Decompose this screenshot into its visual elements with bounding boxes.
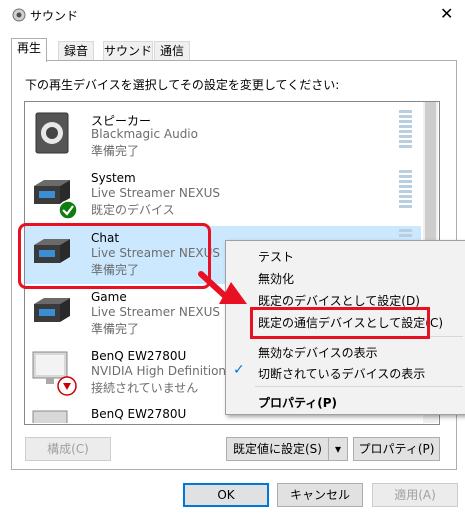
menu-item-properties[interactable]: プロパティ(P) bbox=[258, 394, 337, 411]
menu-item-disable[interactable]: 無効化 bbox=[258, 270, 294, 287]
ok-button[interactable]: OK bbox=[183, 483, 269, 507]
device-status: 既定のデバイス bbox=[91, 203, 175, 217]
device-driver: NVIDIA High Definition A bbox=[91, 364, 239, 378]
device-driver: Blackmagic Audio bbox=[91, 127, 198, 141]
device-status: 準備完了 bbox=[91, 144, 140, 158]
volume-level-meter bbox=[399, 110, 412, 150]
apply-button[interactable]: 適用(A) bbox=[372, 483, 458, 507]
device-status: 準備完了 bbox=[91, 322, 140, 336]
tab-sounds[interactable]: サウンド bbox=[103, 41, 153, 61]
tab-communications[interactable]: 通信 bbox=[154, 41, 190, 61]
tab-recording[interactable]: 録音 bbox=[58, 41, 94, 61]
menu-highlight-box bbox=[250, 307, 430, 339]
device-status: 接続されていません bbox=[91, 381, 199, 395]
device-name: System bbox=[91, 171, 136, 185]
menu-item-show-disabled[interactable]: 無効なデバイスの表示 bbox=[258, 344, 378, 361]
default-device-check-icon bbox=[58, 200, 78, 220]
list-item[interactable] bbox=[25, 167, 421, 225]
properties-button[interactable]: プロパティ(P) bbox=[353, 437, 440, 461]
audio-interface-icon bbox=[34, 298, 70, 322]
list-item[interactable] bbox=[25, 108, 421, 166]
speaker-device-icon bbox=[35, 112, 69, 154]
set-default-button[interactable]: 既定値に設定(S) bbox=[226, 437, 329, 461]
volume-level-meter bbox=[399, 170, 412, 210]
volume-level-meter bbox=[399, 229, 412, 239]
window-title: サウンド bbox=[30, 9, 79, 23]
monitor-icon bbox=[32, 410, 68, 423]
annotation-arrow-icon bbox=[198, 271, 247, 304]
tab-playback[interactable]: 再生 bbox=[11, 38, 47, 62]
device-driver: Live Streamer NEXUS bbox=[91, 186, 221, 200]
device-name: Game bbox=[91, 290, 127, 304]
chevron-down-icon[interactable]: ▾ bbox=[328, 437, 348, 461]
configure-button[interactable]: 構成(C) bbox=[25, 437, 111, 461]
close-icon[interactable]: ✕ bbox=[440, 4, 453, 23]
menu-item-test[interactable]: テスト bbox=[258, 248, 294, 265]
device-name: BenQ EW2780U bbox=[91, 349, 187, 363]
chat-highlight-box bbox=[18, 223, 211, 289]
cancel-button[interactable]: キャンセル bbox=[277, 483, 363, 507]
disconnected-arrow-icon bbox=[57, 376, 77, 396]
menu-separator bbox=[255, 386, 463, 387]
speaker-icon bbox=[12, 8, 26, 22]
device-name: BenQ EW2780U bbox=[91, 407, 187, 421]
instruction-text: 下の再生デバイスを選択してその設定を変更してください: bbox=[25, 78, 340, 92]
menu-item-show-disconnected[interactable]: 切断されているデバイスの表示 bbox=[258, 365, 425, 382]
check-icon: ✓ bbox=[233, 362, 245, 378]
